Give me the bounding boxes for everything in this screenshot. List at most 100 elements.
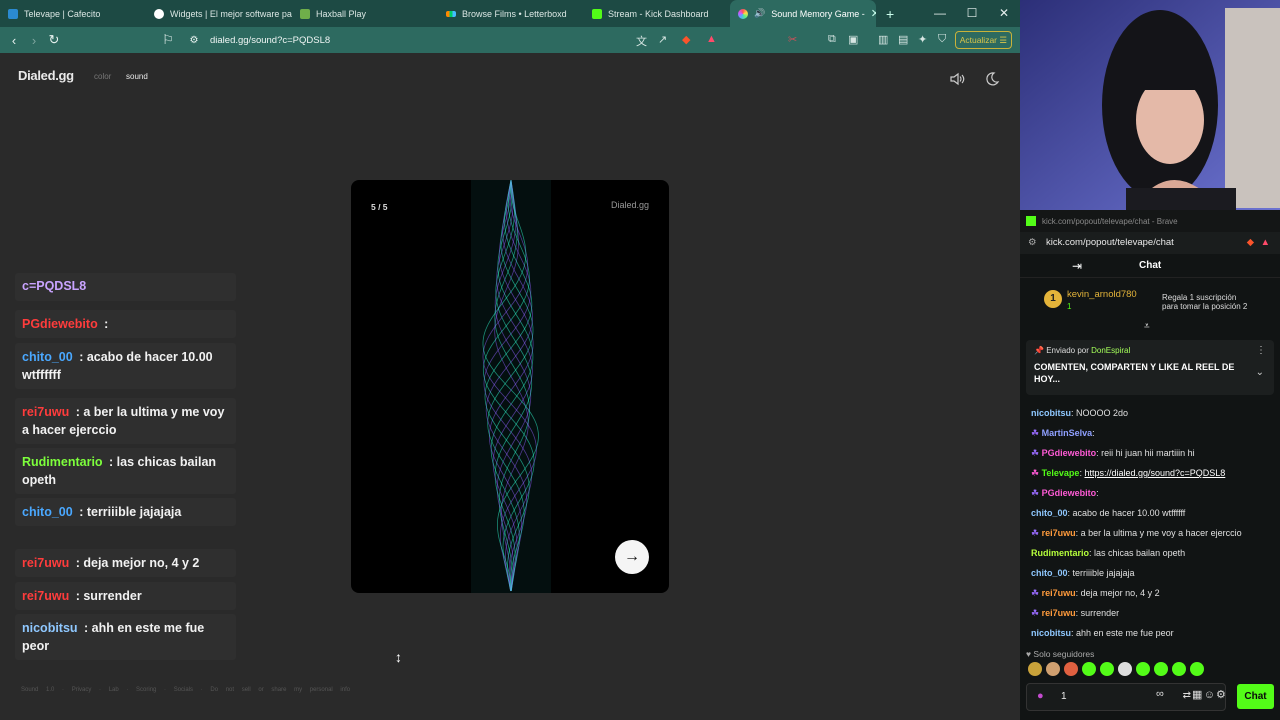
forward-button[interactable]: › [24, 33, 44, 48]
emote-icon[interactable] [1190, 662, 1204, 676]
collapse-chat-icon[interactable]: ⇥ [1072, 259, 1082, 273]
chat-message: ☘ PGdiewebito: reii hi juan hii martiiin… [1031, 448, 1195, 459]
tab-haxball[interactable]: Haxball Play [292, 0, 438, 27]
nav-color[interactable]: color [94, 72, 111, 81]
chat-title: Chat [1139, 260, 1162, 271]
brave-rewards-icon[interactable]: ▲ [1261, 232, 1270, 254]
extensions-icon[interactable]: ⧉ [828, 33, 836, 46]
chat-username[interactable]: chito_00 [1031, 508, 1068, 518]
extension-icon[interactable]: ✂ [788, 33, 797, 46]
close-window-button[interactable]: ✕ [988, 0, 1020, 27]
chat-text: ahh en este me fue peor [1076, 628, 1174, 638]
expand-leaderboard-icon[interactable]: ⩡ [1144, 321, 1150, 332]
reload-button[interactable]: ↻ [44, 32, 64, 48]
overlay-username: Rudimentario [22, 455, 103, 469]
next-button[interactable]: → [615, 540, 649, 574]
chevron-down-icon[interactable]: ⌄ [1256, 367, 1264, 378]
chat-text: NOOOO 2do [1076, 408, 1129, 418]
emote-icon[interactable] [1172, 662, 1186, 676]
overlay-username: chito_00 [22, 350, 73, 364]
gift-prompt[interactable]: Regala 1 suscripción para tomar la posici… [1162, 293, 1247, 311]
site-settings-icon[interactable]: ⚙ [184, 35, 204, 46]
maximize-button[interactable]: ☐ [956, 0, 988, 27]
text-cursor-icon: ↕ [395, 649, 402, 665]
chat-username[interactable]: rei7uwu [1042, 588, 1076, 598]
bookmark-icon[interactable]: ⚐ [158, 32, 178, 48]
popout-url[interactable]: ⚙ kick.com/popout/televape/chat ◆ ▲ [1020, 232, 1280, 254]
tab-cafecito[interactable]: Televape | Cafecito [0, 0, 146, 27]
sidebar-icon[interactable]: ▥ [878, 33, 888, 46]
followers-only-notice: ♥ Solo seguidores [1026, 649, 1095, 659]
chat-username[interactable]: chito_00 [1031, 568, 1068, 578]
dark-mode-icon[interactable] [984, 71, 1000, 87]
tab-sound-memory-game[interactable]: 🔊 Sound Memory Game - ✕ [730, 0, 876, 27]
overlay-message-text: c=PQDSL8 [22, 279, 87, 293]
overlay-message: nicobitsu : ahh en este me fue peor [15, 614, 236, 660]
chat-username[interactable]: PGdiewebito [1042, 488, 1097, 498]
emote-icon[interactable] [1064, 662, 1078, 676]
emoji-icon[interactable]: ☺ [1204, 689, 1215, 701]
tab-kick-dashboard[interactable]: Stream - Kick Dashboard [584, 0, 730, 27]
chat-username[interactable]: Rudimentario [1031, 548, 1089, 558]
share-icon[interactable]: ↗ [658, 33, 667, 46]
pinned-by-user[interactable]: DonEspiral [1091, 346, 1130, 355]
site-logo[interactable]: Dialed.gg [18, 68, 74, 83]
overlay-message-text: surrender [83, 589, 142, 603]
overlay-message-text: terriiible jajajaja [86, 505, 182, 519]
emote-icon[interactable] [1100, 662, 1114, 676]
volume-icon[interactable] [949, 71, 965, 87]
chat-username[interactable]: MartinSelva [1042, 428, 1093, 438]
emote-icon[interactable] [1136, 662, 1150, 676]
minimize-button[interactable]: — [924, 0, 956, 27]
chat-username[interactable]: nicobitsu [1031, 628, 1071, 638]
chat-text[interactable]: https://dialed.gg/sound?c=PQDSL8 [1084, 468, 1225, 478]
pinned-message: 📌 Enviado por DonEspiral COMENTEN, COMPA… [1026, 340, 1274, 395]
send-chat-button[interactable]: Chat [1237, 684, 1274, 709]
brave-shields-icon[interactable]: ◆ [682, 33, 690, 46]
link-icon[interactable]: ∞ [1156, 688, 1164, 700]
update-button[interactable]: Actualizar ☰ [954, 31, 1012, 49]
settings-icon[interactable]: ⚙ [1216, 688, 1226, 701]
more-options-icon[interactable]: ⋮ [1256, 345, 1266, 356]
emote-icon[interactable] [1082, 662, 1096, 676]
chat-username[interactable]: PGdiewebito [1042, 448, 1097, 458]
emote-icon[interactable] [1028, 662, 1042, 676]
chat-username[interactable]: nicobitsu [1031, 408, 1071, 418]
overlay-message: PGdiewebito : [15, 310, 236, 338]
chat-username[interactable]: Televape [1042, 468, 1080, 478]
brave-shields-icon[interactable]: ◆ [1247, 232, 1254, 254]
wallet-icon[interactable]: ▤ [898, 33, 908, 46]
overlay-username: rei7uwu [22, 556, 70, 570]
close-tab-icon[interactable]: ✕ [871, 7, 876, 20]
separator: : [100, 317, 109, 331]
chat-username[interactable]: rei7uwu [1042, 528, 1076, 538]
vpn-icon[interactable]: ⛉ [938, 33, 946, 46]
overlay-message: rei7uwu : surrender [15, 582, 236, 610]
tab-widgets[interactable]: Widgets | El mejor software par [146, 0, 292, 27]
translate-icon[interactable]: ⇄ [1183, 690, 1191, 701]
brave-rewards-icon[interactable]: ▲ [706, 33, 717, 45]
translate-icon[interactable]: 文 [636, 33, 647, 49]
chat-header: ⇥ Chat [1020, 254, 1280, 278]
url-field[interactable]: dialed.gg/sound?c=PQDSL8 [210, 35, 330, 46]
address-bar: ‹ › ↻ ⚐ ⚙ dialed.gg/sound?c=PQDSL8 文 ↗ ◆… [0, 27, 1020, 53]
top-gifter-name[interactable]: kevin_arnold780 [1067, 289, 1137, 300]
separator: : [105, 455, 117, 469]
new-tab-button[interactable]: + [876, 6, 904, 22]
separator: : [72, 556, 84, 570]
chat-username[interactable]: rei7uwu [1042, 608, 1076, 618]
haxball-icon [300, 8, 310, 19]
screenshot-icon[interactable]: ▣ [848, 33, 858, 46]
widgets-icon [154, 8, 164, 19]
back-button[interactable]: ‹ [4, 33, 24, 48]
emote-icon[interactable] [1118, 662, 1132, 676]
emote-icon[interactable] [1046, 662, 1060, 676]
emote-icon[interactable] [1154, 662, 1168, 676]
tab-label: Stream - Kick Dashboard [608, 8, 709, 19]
nav-sound[interactable]: sound [126, 72, 148, 81]
chat-text: a ber la ultima y me voy a hacer ejercci… [1080, 528, 1242, 538]
webcam-feed [1020, 0, 1280, 210]
store-icon[interactable]: ▦ [1192, 688, 1202, 701]
leo-icon[interactable]: ✦ [918, 33, 927, 46]
tab-letterboxd[interactable]: Browse Films • Letterboxd [438, 0, 584, 27]
